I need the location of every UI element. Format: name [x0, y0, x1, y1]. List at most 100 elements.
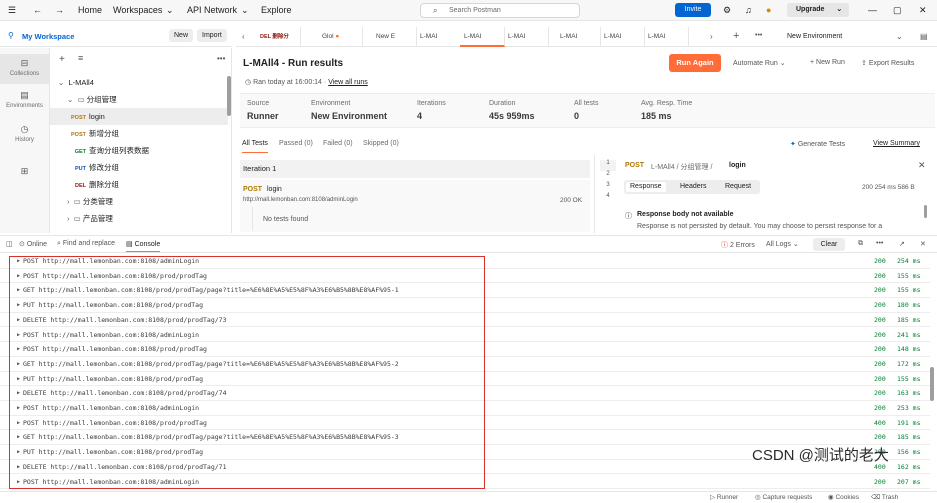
view-summary-link[interactable]: View Summary — [873, 140, 920, 147]
tab-request[interactable]: Request — [721, 182, 755, 192]
upgrade-label: Upgrade — [796, 6, 825, 13]
tab-item[interactable]: Glol ● — [318, 27, 363, 47]
response-time: 253 ms — [897, 404, 921, 412]
errors-indicator[interactable]: ⓘ 2 Errors — [721, 240, 755, 250]
pane-divider[interactable] — [594, 155, 595, 233]
stat-value: 0 — [574, 111, 580, 121]
console-scrollbar[interactable] — [930, 367, 934, 401]
trash-button[interactable]: ⌫ Trash — [871, 493, 898, 501]
settings-gear-icon[interactable]: ⚙ — [723, 5, 731, 16]
response-time: 163 ms — [897, 389, 921, 398]
tab-item[interactable]: L-MAI — [556, 27, 601, 47]
response-time: 162 ms — [897, 462, 921, 471]
log-level-dropdown[interactable]: All Logs ⌄ — [766, 240, 799, 248]
request-row-query-groups[interactable]: GET 查询分组列表数据 — [50, 142, 228, 159]
export-results-button[interactable]: ⇪ Export Results — [861, 59, 914, 67]
tab-item[interactable]: L-MAI — [644, 27, 689, 47]
menu-icon[interactable]: ☰ — [8, 5, 16, 16]
explore-link[interactable]: Explore — [261, 5, 292, 15]
tab-all-tests[interactable]: All Tests — [242, 140, 268, 153]
home-link[interactable]: Home — [78, 5, 102, 15]
tab-headers[interactable]: Headers — [676, 182, 710, 192]
automate-run-button[interactable]: Automate Run ⌄ — [733, 59, 786, 67]
expand-icon[interactable]: ↗ — [899, 240, 905, 248]
capture-requests-button[interactable]: ◎ Capture requests — [755, 493, 812, 501]
new-run-button[interactable]: + New Run — [810, 59, 845, 66]
request-row-delete-group[interactable]: DEL 删除分组 — [50, 176, 228, 193]
tab-response[interactable]: Response — [626, 182, 666, 192]
rail-apps[interactable]: ⊞ — [0, 166, 49, 179]
request-row-edit-group[interactable]: PUT 修改分组 — [50, 159, 228, 176]
invite-button[interactable]: Invite — [675, 3, 711, 17]
tab-item[interactable]: L-MAI — [416, 27, 461, 47]
new-button[interactable]: New — [169, 29, 194, 42]
close-icon[interactable]: ✕ — [920, 240, 926, 248]
new-tab-add-icon[interactable]: + — [733, 30, 739, 42]
chevron-left-icon[interactable]: ‹ — [242, 32, 245, 41]
sidebar-scrollbar[interactable] — [227, 76, 231, 116]
stat-value: 185 ms — [641, 111, 672, 121]
run-again-button[interactable]: Run Again — [669, 54, 721, 72]
request-name: 删除分组 — [89, 180, 119, 189]
errors-label: 2 Errors — [729, 242, 755, 249]
close-icon[interactable]: ✕ — [919, 5, 927, 16]
line-number: 4 — [606, 193, 610, 199]
tab-passed[interactable]: Passed (0) — [279, 140, 313, 147]
minimize-icon[interactable]: — — [868, 5, 877, 15]
more-tabs-icon[interactable]: ••• — [755, 32, 762, 39]
clear-button[interactable]: Clear — [813, 238, 845, 251]
workspace-name[interactable]: My Workspace — [22, 32, 74, 41]
request-row-login[interactable]: POST login — [50, 108, 228, 125]
tab-item[interactable]: L-MAI — [504, 27, 549, 47]
notification-bell-icon[interactable]: ♫ — [745, 5, 752, 15]
environment-quick-look-icon[interactable]: ▤ — [920, 32, 928, 41]
upgrade-button[interactable]: Upgrade ⌄ — [787, 3, 849, 17]
tab-failed[interactable]: Failed (0) — [323, 140, 353, 147]
stat-value: Runner — [247, 111, 279, 121]
import-button[interactable]: Import — [197, 29, 227, 42]
forward-arrow-icon[interactable]: → — [55, 5, 64, 15]
response-time: 172 ms — [897, 359, 921, 368]
copy-icon[interactable]: ⧉ — [858, 240, 863, 248]
folder-row[interactable]: › ▭ 产品管理 — [50, 210, 228, 227]
workspaces-menu[interactable]: Workspaces — [113, 5, 162, 15]
folder-row[interactable]: ⌄ ▭ 分组管理 — [50, 91, 228, 108]
clear-label: Clear — [820, 241, 838, 248]
folder-row[interactable]: › ▭ 分类管理 — [50, 193, 228, 210]
collection-row[interactable]: ⌄ L-MAll4 — [50, 74, 228, 91]
more-options-icon[interactable]: ••• — [217, 54, 225, 63]
tab-item[interactable]: New E — [372, 27, 417, 47]
add-icon[interactable]: + — [59, 54, 65, 65]
detail-scrollbar[interactable] — [924, 205, 927, 218]
chevron-right-icon[interactable]: › — [710, 32, 713, 41]
stat-value: 45s 959ms — [489, 111, 535, 121]
generate-tests-button[interactable]: ✦ Generate Tests — [790, 140, 845, 148]
console-icon: ▤ — [126, 241, 133, 248]
tab-item[interactable]: DEL 删除分 — [256, 27, 301, 47]
tab-label: L-MAI — [464, 33, 482, 40]
online-status[interactable]: ⊙ Online — [19, 240, 47, 248]
tab-item-active[interactable]: L-MAI — [460, 27, 505, 47]
rail-collections[interactable]: ⊟ Collections — [0, 54, 49, 84]
request-row-add-group[interactable]: POST 新增分组 — [50, 125, 228, 142]
more-options-icon[interactable]: ••• — [876, 240, 883, 247]
sidebar-toggle-icon[interactable]: ◫ — [6, 240, 13, 248]
close-icon[interactable]: ✕ — [918, 160, 926, 171]
rail-history[interactable]: ◷ History — [0, 124, 49, 143]
maximize-icon[interactable]: ▢ — [893, 5, 902, 16]
rail-environments[interactable]: ▤ Environments — [0, 90, 49, 109]
api-network-menu[interactable]: API Network — [187, 5, 237, 15]
find-replace-button[interactable]: ⌕ Find and replace — [57, 240, 115, 248]
search-input[interactable]: ⌕ Search Postman — [420, 3, 580, 18]
console-tab[interactable]: ▤ Console — [126, 240, 161, 252]
tab-item[interactable]: L-MAI — [600, 27, 645, 47]
runner-button[interactable]: ▷ Runner — [710, 493, 738, 501]
avatar[interactable]: ● — [766, 5, 771, 15]
view-all-runs-link[interactable]: View all runs — [328, 79, 368, 86]
cookies-button[interactable]: ◉ Cookies — [828, 493, 859, 501]
environment-selector[interactable]: New Environment — [787, 33, 842, 40]
filter-icon[interactable]: ≡ — [78, 53, 83, 63]
back-arrow-icon[interactable]: ← — [33, 5, 42, 15]
tab-skipped[interactable]: Skipped (0) — [363, 140, 399, 147]
request-result[interactable]: POST login http://mall.lemonban.com:8108… — [240, 180, 590, 232]
